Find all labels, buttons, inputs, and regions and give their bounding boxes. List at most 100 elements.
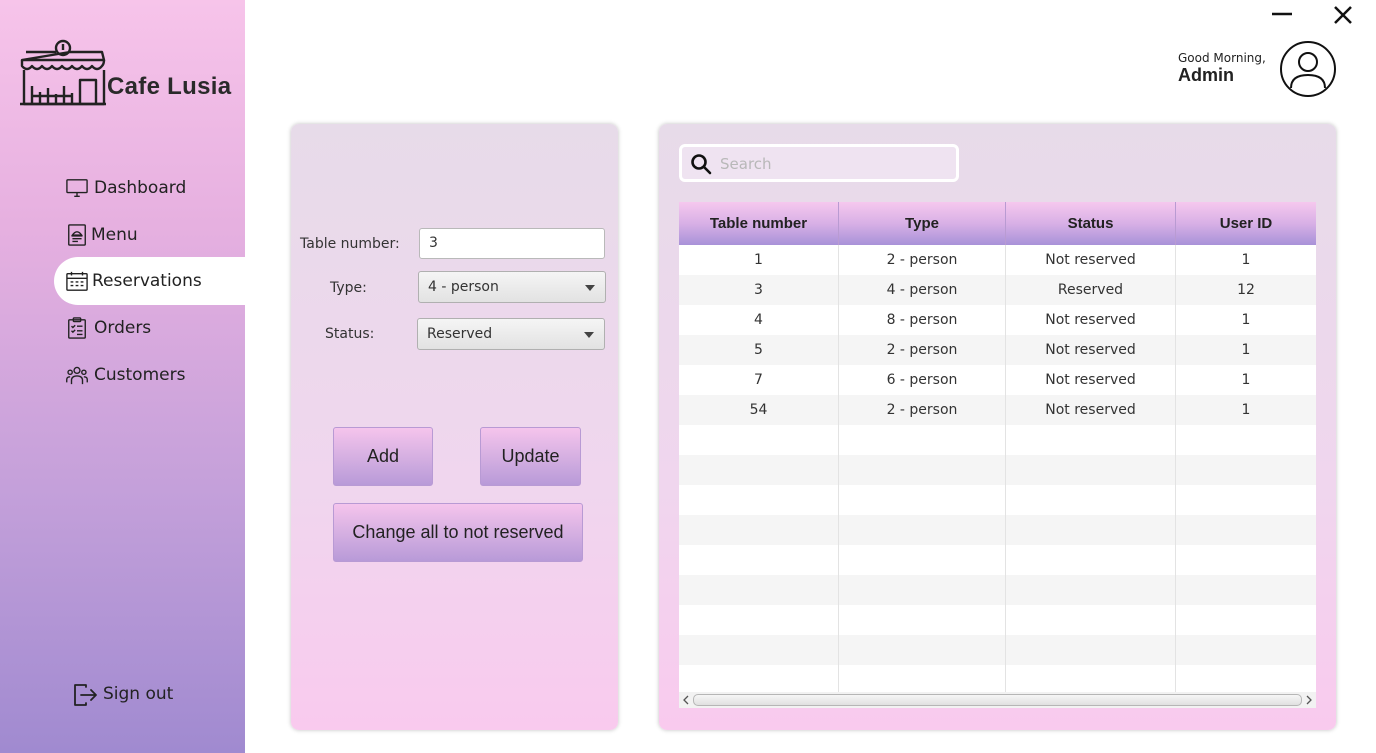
table-cell (1006, 665, 1176, 692)
table-cell: Not reserved (1006, 305, 1176, 335)
horizontal-scrollbar[interactable] (679, 692, 1316, 708)
table-row[interactable]: 76 - person Not reserved 1 (679, 365, 1316, 395)
empty-table-row (679, 485, 1316, 515)
table-cell: 3 (679, 275, 839, 305)
table-cell (1176, 635, 1316, 665)
sidebar-item-orders[interactable]: Orders (54, 304, 245, 352)
sidebar-item-menu[interactable]: Menu (54, 211, 245, 259)
table-row[interactable]: 12 - person Not reserved 1 (679, 245, 1316, 275)
table-cell: 2 - person (839, 245, 1006, 275)
table-cell (1176, 605, 1316, 635)
column-header-table-number[interactable]: Table number (679, 202, 839, 245)
table-cell (1006, 455, 1176, 485)
table-cell (679, 455, 839, 485)
table-cell (839, 635, 1006, 665)
table-cell (839, 485, 1006, 515)
table-row[interactable]: 54 2 - person Not reserved 1 (679, 395, 1316, 425)
update-button[interactable]: Update (480, 427, 581, 486)
user-avatar-icon[interactable] (1279, 40, 1337, 98)
scroll-left-icon[interactable] (681, 695, 691, 705)
table-cell (679, 485, 839, 515)
change-all-not-reserved-button[interactable]: Change all to not reserved (333, 503, 583, 562)
table-cell (1006, 545, 1176, 575)
table-cell (679, 545, 839, 575)
table-cell (679, 635, 839, 665)
type-label: Type: (330, 280, 367, 296)
search-input[interactable] (718, 151, 952, 177)
table-cell (1176, 515, 1316, 545)
table-cell (1176, 425, 1316, 455)
table-cell (839, 605, 1006, 635)
column-header-type[interactable]: Type (839, 202, 1006, 245)
menu-icon (68, 224, 86, 246)
table-number-label: Table number: (300, 236, 400, 252)
table-cell: 5 (679, 335, 839, 365)
table-cell (679, 575, 839, 605)
close-icon[interactable] (1332, 4, 1354, 26)
table-cell (1176, 665, 1316, 692)
table-cell (1006, 515, 1176, 545)
table-cell (679, 515, 839, 545)
table-cell (1006, 425, 1176, 455)
table-cell: Not reserved (1006, 245, 1176, 275)
table-cell: 4 (679, 305, 839, 335)
table-cell (839, 545, 1006, 575)
table-cell (679, 425, 839, 455)
chevron-down-icon (584, 332, 594, 338)
empty-table-row (679, 455, 1316, 485)
status-label: Status: (325, 326, 375, 342)
table-cell: 7 (679, 365, 839, 395)
scroll-right-icon[interactable] (1304, 695, 1314, 705)
status-select[interactable]: Reserved (417, 318, 605, 350)
table-cell: 1 (1241, 402, 1251, 418)
scrollbar-thumb[interactable] (693, 694, 1302, 706)
table-cell (1006, 575, 1176, 605)
table-cell: 4 - person (839, 275, 1006, 305)
sidebar-item-label: Dashboard (94, 178, 187, 198)
table-cell: 54 (679, 395, 839, 425)
sidebar-item-customers[interactable]: Customers (54, 351, 245, 399)
table-cell: 8 - person (839, 305, 1006, 335)
sidebar-item-label: Menu (91, 225, 138, 245)
search-box[interactable] (679, 144, 959, 182)
table-cell (1176, 545, 1316, 575)
column-header-status[interactable]: Status (1006, 202, 1176, 245)
empty-table-row (679, 635, 1316, 665)
table-cell: 1 (1241, 342, 1251, 358)
table-cell (1176, 455, 1316, 485)
sidebar-item-label: Customers (94, 365, 186, 385)
table-cell: 1 (1241, 252, 1251, 268)
table-number-input[interactable]: 3 (419, 228, 605, 259)
table-cell: 1 (679, 245, 839, 275)
table-cell: Not reserved (1006, 335, 1176, 365)
sidebar-item-reservations[interactable]: Reservations (54, 257, 245, 305)
sidebar-item-dashboard[interactable]: Dashboard (54, 164, 245, 212)
column-header-user-id[interactable]: User ID (1176, 202, 1316, 245)
table-cell (1176, 575, 1316, 605)
app-name: Cafe Lusia (107, 73, 232, 100)
sidebar-item-label: Reservations (92, 271, 202, 291)
sign-out-button[interactable]: Sign out (72, 680, 192, 710)
table-cell: 1 (1241, 312, 1251, 328)
sign-out-label: Sign out (103, 684, 174, 704)
empty-table-row (679, 515, 1316, 545)
minimize-icon[interactable] (1270, 4, 1294, 24)
reservations-table: Table number Type Status User ID 12 - pe… (679, 202, 1316, 692)
type-select-value: 4 - person (428, 279, 499, 295)
type-select[interactable]: 4 - person (418, 271, 606, 303)
status-select-value: Reserved (427, 326, 493, 342)
users-icon (66, 366, 88, 385)
table-row[interactable]: 52 - person Not reserved 1 (679, 335, 1316, 365)
greeting-text: Good Morning, (1178, 51, 1266, 65)
monitor-icon (66, 179, 88, 197)
add-button[interactable]: Add (333, 427, 433, 486)
calendar-icon (66, 271, 88, 291)
table-cell (1006, 605, 1176, 635)
table-row[interactable]: 48 - person Not reserved 1 (679, 305, 1316, 335)
table-cell: 1 (1241, 372, 1251, 388)
table-row[interactable]: 34 - person Reserved 12 (679, 275, 1316, 305)
sign-out-icon (74, 684, 97, 706)
table-cell (1006, 485, 1176, 515)
table-cell (1176, 485, 1316, 515)
search-icon (691, 154, 712, 175)
